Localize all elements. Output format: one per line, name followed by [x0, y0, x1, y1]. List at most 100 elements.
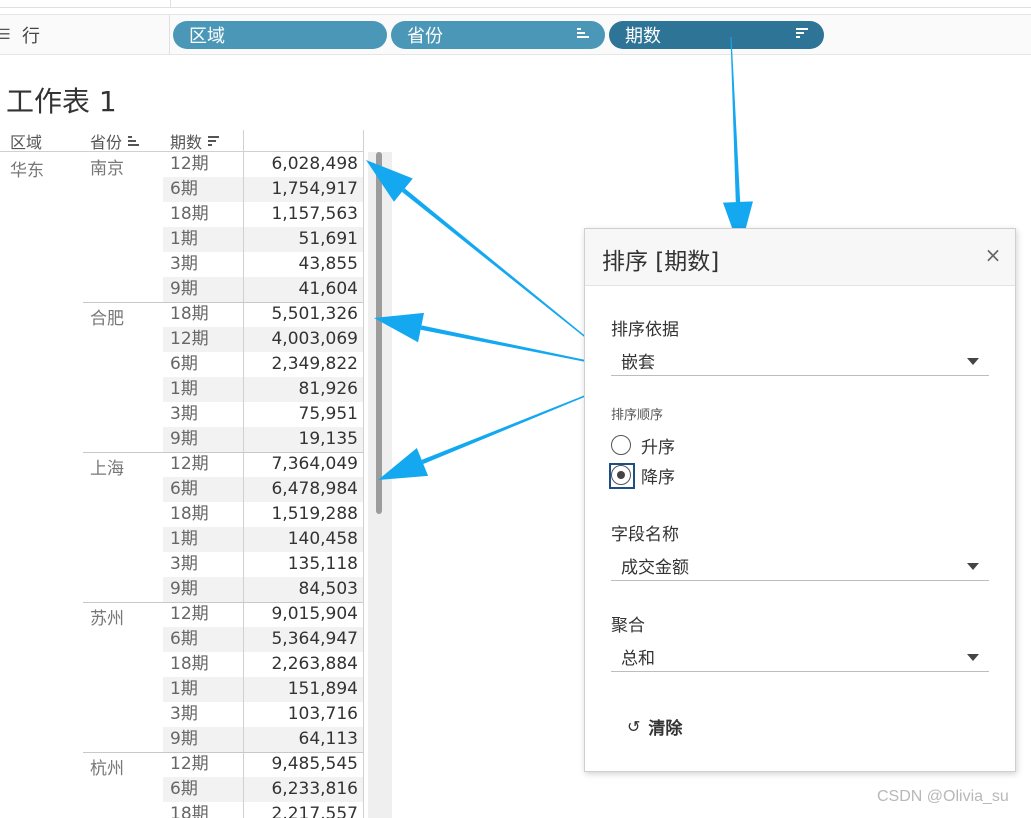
value-cell: 4,003,069 [244, 327, 363, 352]
period-cell: 9期 [163, 577, 243, 602]
period-cell: 3期 [170, 254, 198, 274]
table-row[interactable]: 6期 5,364,947 [0, 627, 364, 652]
table-row[interactable]: 18期 1,519,288 [0, 502, 364, 527]
period-cell: 12期 [170, 154, 209, 174]
value-cell: 140,458 [244, 527, 363, 552]
aggregation-select[interactable]: 总和 [611, 640, 989, 672]
table-row[interactable]: 3期 75,951 [0, 402, 364, 427]
aggregation-value: 总和 [621, 649, 655, 669]
table-row[interactable]: 12期 7,364,049 [0, 452, 364, 477]
dialog-header: 排序 [期数] × [585, 229, 1015, 286]
table-row[interactable]: 3期 135,118 [0, 552, 364, 577]
period-cell: 18期 [170, 654, 209, 674]
clear-button[interactable]: ↺ 清除 [627, 713, 682, 739]
value-cell: 41,604 [244, 277, 363, 302]
value-cell: 103,716 [287, 704, 358, 724]
period-cell: 6期 [163, 477, 243, 502]
pill-period[interactable]: 期数 [609, 21, 824, 49]
table-header: 区域 省份 期数 [0, 130, 364, 152]
descending-radio[interactable] [609, 463, 635, 489]
value-cell: 5,364,947 [244, 627, 363, 652]
period-cell: 6期 [163, 627, 243, 652]
value-cell: 6,028,498 [271, 154, 358, 174]
field-name-select[interactable]: 成交金额 [611, 549, 989, 581]
chevron-down-icon [967, 654, 979, 661]
period-cell: 1期 [163, 377, 243, 402]
chevron-down-icon [967, 563, 979, 570]
table-row[interactable]: 3期 103,716 [0, 702, 364, 727]
period-cell: 12期 [170, 754, 209, 774]
table-row[interactable]: 9期 41,604 [0, 277, 364, 302]
value-cell: 84,503 [244, 577, 363, 602]
rows-shelf-label: ☰ 行 [0, 15, 170, 54]
table-row[interactable]: 6期 6,478,984 [0, 477, 364, 502]
period-cell: 1期 [163, 527, 243, 552]
table-row[interactable]: 1期 151,894 [0, 677, 364, 702]
value-cell: 1,519,288 [271, 504, 358, 524]
value-cell: 1,157,563 [271, 204, 358, 224]
table-row[interactable]: 12期 9,485,545 [0, 752, 364, 777]
table-row[interactable]: 1期 140,458 [0, 527, 364, 552]
table-right-border [363, 130, 364, 818]
ascending-label: 升序 [641, 437, 675, 458]
value-cell: 1,754,917 [244, 177, 363, 202]
table-row[interactable]: 9期 64,113 [0, 727, 364, 752]
value-cell: 75,951 [298, 404, 358, 424]
pill-province-label: 省份 [407, 26, 443, 47]
descending-label: 降序 [641, 467, 675, 488]
table-row[interactable]: 18期 1,157,563 [0, 202, 364, 227]
table-row[interactable]: 6期 6,233,816 [0, 777, 364, 802]
close-icon[interactable]: × [983, 245, 1003, 265]
table-row[interactable]: 6期 2,349,822 [0, 352, 364, 377]
sort-descending-icon[interactable] [208, 135, 220, 146]
ascending-radio[interactable] [611, 435, 631, 455]
period-cell: 18期 [170, 204, 209, 224]
table-row[interactable]: 9期 19,135 [0, 427, 364, 452]
aggregation-label: 聚合 [611, 616, 645, 636]
arrow-to-nanjing-shaft [401, 188, 615, 361]
scrollbar-thumb[interactable] [376, 152, 382, 514]
table-row[interactable]: 18期 2,217,557 [0, 802, 364, 818]
sort-by-value: 嵌套 [621, 353, 655, 373]
pill-region[interactable]: 区域 [173, 21, 387, 49]
table-row[interactable]: 9期 84,503 [0, 577, 364, 602]
table-row[interactable]: 1期 51,691 [0, 227, 364, 252]
table-row[interactable]: 12期 6,028,498 [0, 152, 364, 177]
descending-option[interactable]: 降序 [609, 463, 675, 489]
period-cell: 18期 [170, 304, 209, 324]
value-cell: 6,478,984 [244, 477, 363, 502]
header-period[interactable]: 期数 [170, 130, 220, 152]
value-cell: 2,263,884 [271, 654, 358, 674]
rows-label-text: 行 [22, 25, 40, 47]
ascending-option[interactable]: 升序 [611, 433, 675, 458]
table-row[interactable]: 12期 4,003,069 [0, 327, 364, 352]
value-cell: 7,364,049 [271, 454, 358, 474]
sort-by-select[interactable]: 嵌套 [611, 344, 989, 376]
rows-icon: ☰ [0, 26, 11, 43]
table-row[interactable]: 18期 2,263,884 [0, 652, 364, 677]
table-row[interactable]: 6期 1,754,917 [0, 177, 364, 202]
value-cell: 9,015,904 [271, 604, 358, 624]
header-province-label: 省份 [90, 132, 123, 152]
table-row[interactable]: 18期 5,501,326 [0, 302, 364, 327]
dialog-title: 排序 [期数] [602, 249, 720, 275]
pill-province[interactable]: 省份 [391, 21, 605, 49]
value-cell: 9,485,545 [271, 754, 358, 774]
field-name-value: 成交金额 [621, 558, 689, 578]
sort-ascending-icon[interactable] [128, 135, 140, 146]
period-cell: 6期 [163, 177, 243, 202]
period-cell: 3期 [170, 704, 198, 724]
header-province[interactable]: 省份 [90, 130, 140, 152]
value-cell: 135,118 [287, 554, 358, 574]
value-cell: 151,894 [244, 677, 363, 702]
header-region[interactable]: 区域 [10, 130, 43, 152]
period-cell: 18期 [170, 504, 209, 524]
pill-region-label: 区域 [189, 26, 225, 47]
table-row[interactable]: 3期 43,855 [0, 252, 364, 277]
table-row[interactable]: 1期 81,926 [0, 377, 364, 402]
table-row[interactable]: 12期 9,015,904 [0, 602, 364, 627]
sort-order-label: 排序顺序 [611, 408, 664, 423]
header-region-label: 区域 [10, 132, 43, 152]
data-table: 华东 南京 12期 6,028,498 6期 1,754,917 18期 1,157,563… [0, 152, 364, 818]
pill-period-label: 期数 [625, 26, 661, 47]
